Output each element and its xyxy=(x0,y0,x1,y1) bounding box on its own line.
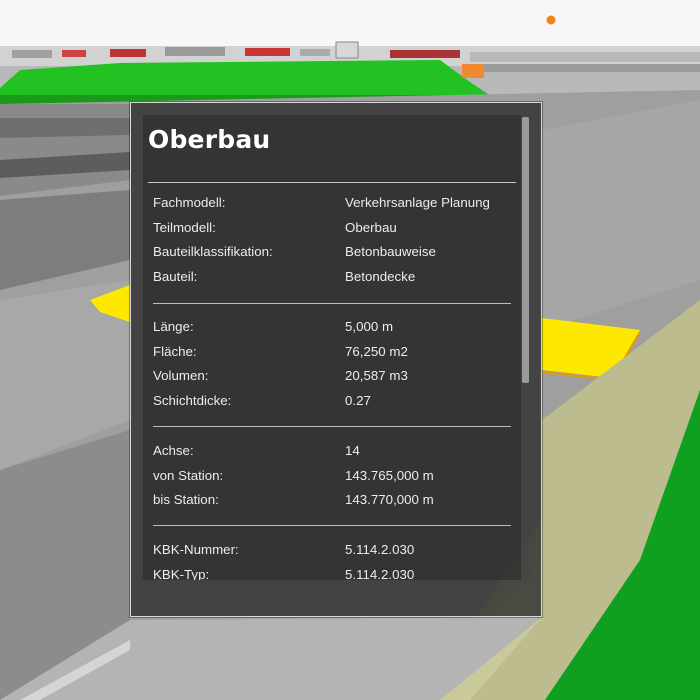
orange-structure xyxy=(462,64,484,78)
property-label: von Station: xyxy=(153,467,224,483)
property-row: Volumen: 20,587 m3 xyxy=(153,368,513,393)
property-value: 14 xyxy=(345,443,360,458)
property-value: Betonbauweise xyxy=(345,244,436,260)
property-label: Bauteil: xyxy=(153,268,198,284)
section-divider xyxy=(153,303,511,304)
property-row: Fachmodell: Verkehrsanlage Planung xyxy=(153,195,513,220)
properties-panel[interactable]: Oberbau Fachmodell: Verkehrsanlage Planu… xyxy=(130,102,542,617)
property-row: von Station: 143.765,000 m xyxy=(153,468,513,493)
property-row: Bauteil: Betondecke xyxy=(153,269,513,294)
property-row: Fläche: 76,250 m2 xyxy=(153,344,513,369)
property-value: 143.770,000 m xyxy=(345,492,434,508)
property-value: 20,587 m3 xyxy=(345,368,408,384)
properties-content[interactable]: Oberbau Fachmodell: Verkehrsanlage Planu… xyxy=(143,115,521,580)
property-row: Länge: 5,000 m xyxy=(153,319,513,344)
section-kbk: KBK-Nummer: 5.114.2.030 KBK-Typ: 5.114.2… xyxy=(153,542,513,580)
property-value: 5.114.2.030 xyxy=(345,542,415,557)
section-divider xyxy=(153,426,511,427)
property-value: 0.27 xyxy=(345,392,371,408)
property-label: Schichtdicke: xyxy=(153,392,232,408)
property-label: Teilmodell: xyxy=(153,219,216,235)
property-value: 143.765,000 m xyxy=(345,467,434,483)
property-label: Länge: xyxy=(153,319,194,334)
property-label: bis Station: xyxy=(153,492,219,508)
section-alignment: Achse: 14 von Station: 143.765,000 m bis… xyxy=(153,443,513,517)
property-value: 5,000 m xyxy=(345,319,394,334)
property-row: Schichtdicke: 0.27 xyxy=(153,393,513,418)
property-row: bis Station: 143.770,000 m xyxy=(153,492,513,517)
property-value: Betondecke xyxy=(345,268,416,284)
property-label: KBK-Nummer: xyxy=(153,542,239,557)
property-label: Fachmodell: xyxy=(153,195,226,210)
scrollbar-thumb[interactable] xyxy=(522,117,529,383)
property-row: Achse: 14 xyxy=(153,443,513,468)
property-label: Fläche: xyxy=(153,343,197,359)
property-row: Bauteilklassifikation: Betonbauweise xyxy=(153,244,513,269)
section-model: Fachmodell: Verkehrsanlage Planung Teilm… xyxy=(153,195,513,293)
section-dimensions: Länge: 5,000 m Fläche: 76,250 m2 Volumen… xyxy=(153,319,513,417)
property-row: KBK-Typ: 5.114.2.030 xyxy=(153,567,513,580)
section-divider xyxy=(153,525,511,526)
property-value: Oberbau xyxy=(345,219,397,235)
property-row: Teilmodell: Oberbau xyxy=(153,220,513,245)
property-label: Bauteilklassifikation: xyxy=(153,244,273,260)
property-value: 76,250 m2 xyxy=(345,343,408,359)
property-row: KBK-Nummer: 5.114.2.030 xyxy=(153,542,513,567)
panel-title: Oberbau xyxy=(148,125,271,154)
vertical-scrollbar[interactable] xyxy=(521,115,530,580)
orange-marker-icon[interactable] xyxy=(546,15,556,25)
property-label: KBK-Typ: xyxy=(153,566,210,580)
property-value: Verkehrsanlage Planung xyxy=(345,195,490,210)
property-label: Achse: xyxy=(153,443,194,458)
title-divider xyxy=(148,182,516,183)
property-label: Volumen: xyxy=(153,368,209,384)
property-value: 5.114.2.030 xyxy=(345,566,415,580)
